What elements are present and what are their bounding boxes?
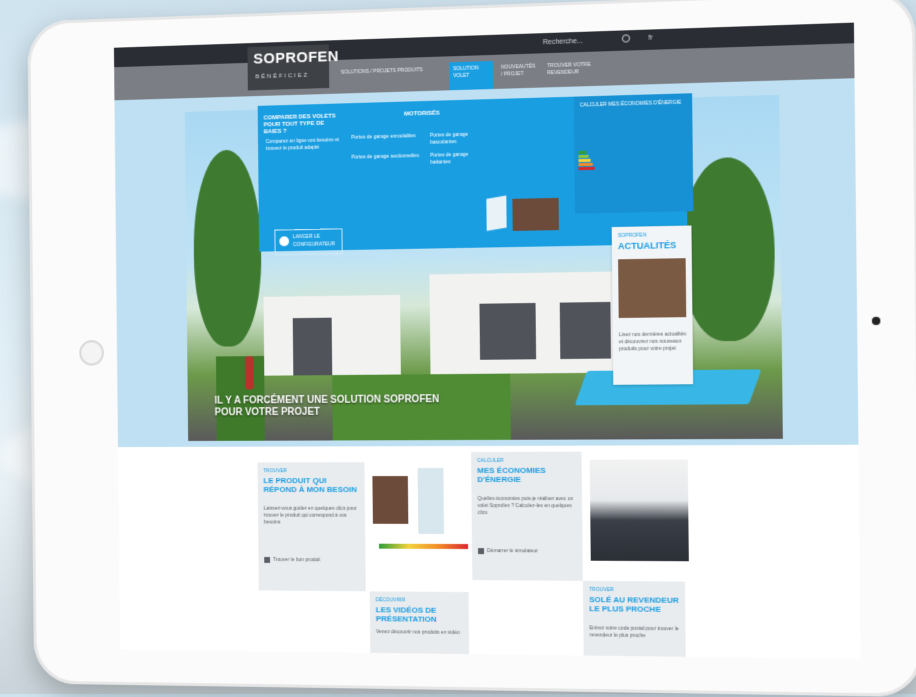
tile-label: TROUVER bbox=[263, 468, 287, 474]
tile-text: Quelles économies puis-je réaliser avec … bbox=[477, 496, 576, 517]
tile-title: LES VIDÉOS DE PRÉSENTATION bbox=[376, 605, 465, 624]
search-icon[interactable] bbox=[622, 34, 630, 42]
hero-slogan: IL Y A FORCÉMENT UNE SOLUTION SOPROFEN P… bbox=[214, 394, 439, 419]
tile-text: Venez découvrir nos produits en vidéo bbox=[376, 629, 465, 637]
home-button[interactable] bbox=[79, 340, 104, 366]
configurator-button[interactable]: LANCER LE CONFIGURATEUR bbox=[274, 228, 342, 255]
tile-text: Laissez-vous guider en quelques clics po… bbox=[264, 506, 360, 527]
slogan-line-1: IL Y A FORCÉMENT UNE SOLUTION SOPROFEN bbox=[214, 394, 439, 407]
news-image bbox=[618, 258, 686, 318]
tile-videos[interactable]: DÉCOUVRIR LES VIDÉOS DE PRÉSENTATION Ven… bbox=[370, 591, 469, 654]
tile-title: MES ÉCONOMIES D'ÉNERGIE bbox=[477, 466, 576, 484]
slogan-line-2: POUR VOTRE PROJET bbox=[215, 406, 440, 419]
tile-title: SOLÉ AU REVENDEUR LE PLUS PROCHE bbox=[589, 595, 681, 614]
tree bbox=[680, 156, 775, 341]
tree bbox=[193, 149, 262, 347]
play-icon bbox=[279, 236, 289, 246]
feature-tiles: TROUVER LE PRODUIT QUI RÉPOND À MON BESO… bbox=[118, 445, 861, 659]
tablet: Recherche... fr SOPROFEN BÉNÉFICIEZ SOLU… bbox=[27, 0, 916, 697]
camera bbox=[872, 317, 881, 325]
logo-name: SOPROFEN bbox=[253, 48, 339, 68]
mega-col1-text[interactable]: Comparez en ligne vos besoins et trouvez… bbox=[266, 137, 340, 153]
news-card[interactable]: SOPROFEN ACTUALITÉS Lisez nos dernières … bbox=[612, 226, 693, 385]
tile-title: LE PRODUIT QUI RÉPOND À MON BESOIN bbox=[263, 476, 358, 494]
nav-item-volet[interactable]: SOLUTION VOLET bbox=[449, 61, 493, 92]
house bbox=[263, 295, 400, 376]
mega-col2-item[interactable]: Portes de garage enroulables bbox=[351, 133, 420, 142]
garage-door bbox=[293, 318, 332, 376]
tile-energy-savings[interactable]: CALCULER MES ÉCONOMIES D'ÉNERGIE Quelles… bbox=[471, 452, 583, 581]
news-title: ACTUALITÉS bbox=[618, 240, 676, 251]
energy-panel-title: CALCULER MES ÉCONOMIES D'ÉNERGIE bbox=[580, 100, 681, 109]
window bbox=[560, 302, 611, 359]
tile-dealer[interactable]: TROUVER SOLÉ AU REVENDEUR LE PLUS PROCHE… bbox=[583, 581, 686, 657]
tile-text: Entrez votre code postal pour trouver le… bbox=[589, 625, 681, 640]
hero: COMPARER DES VOLETS POUR TOUT TYPE DE BA… bbox=[114, 78, 858, 447]
product-image bbox=[486, 196, 506, 231]
tile-label: DÉCOUVRIR bbox=[376, 597, 406, 603]
mega-col1-title: COMPARER DES VOLETS POUR TOUT TYPE DE BA… bbox=[264, 113, 342, 136]
mega-col2-title: MOTORISÉS bbox=[404, 111, 440, 118]
product-image bbox=[418, 468, 444, 534]
mega-col3-item[interactable]: Portes de garage battantes bbox=[430, 151, 490, 166]
news-text: Lisez nos dernières actualités et découv… bbox=[619, 331, 687, 353]
tablet-screen: Recherche... fr SOPROFEN BÉNÉFICIEZ SOLU… bbox=[114, 23, 861, 659]
person bbox=[245, 356, 254, 390]
mega-col3-item[interactable]: Portes de garage basculantes bbox=[430, 131, 490, 147]
search-input[interactable]: Recherche... bbox=[543, 35, 614, 49]
logo-subtitle: BÉNÉFICIEZ bbox=[255, 73, 309, 81]
product-image bbox=[512, 198, 559, 231]
nav-item-nouveautes[interactable]: NOUVEAUTÉS / PROJET bbox=[497, 60, 537, 91]
mega-col2-item[interactable]: Portes de garage sectionnelles bbox=[351, 153, 420, 162]
tile-link[interactable]: Trouver le bon produit bbox=[264, 557, 320, 564]
language-selector[interactable]: fr bbox=[648, 32, 653, 44]
tile-label: TROUVER bbox=[589, 587, 614, 593]
energy-rating-icon bbox=[578, 151, 594, 172]
nav-item-revendeur[interactable]: TROUVER VOTRE REVENDEUR bbox=[543, 58, 600, 90]
energy-scale-icon bbox=[379, 544, 468, 549]
tile-label: CALCULER bbox=[477, 458, 504, 464]
tile-link[interactable]: Démarrer le simulateur bbox=[478, 548, 538, 555]
photo-advisors bbox=[590, 460, 689, 562]
news-label: SOPROFEN bbox=[618, 232, 647, 239]
configurator-button-label: LANCER LE CONFIGURATEUR bbox=[293, 234, 335, 248]
tile-find-product[interactable]: TROUVER LE PRODUIT QUI RÉPOND À MON BESO… bbox=[257, 462, 365, 591]
window bbox=[479, 303, 536, 360]
logo[interactable]: SOPROFEN BÉNÉFICIEZ bbox=[247, 44, 329, 90]
product-image bbox=[372, 476, 408, 524]
